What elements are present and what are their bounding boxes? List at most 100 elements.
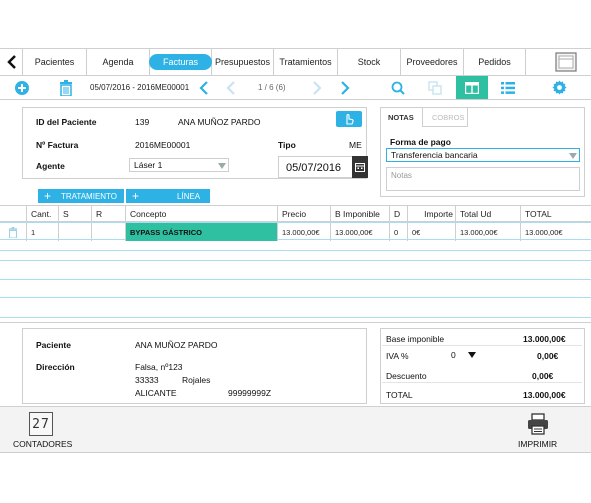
tab-agenda[interactable]: Agenda [87,49,150,75]
chevron-left-double-icon[interactable] [193,76,215,99]
payment-select[interactable]: Transferencia bancaria [386,148,580,162]
tab-cobros[interactable]: COBROS [422,107,468,127]
header-cell: TOTAL [521,206,591,222]
tab-pedidos[interactable]: Pedidos [464,49,526,75]
copy-icon[interactable] [424,76,446,99]
list-icon[interactable] [497,76,519,99]
cell-d[interactable]: 0 [390,223,408,241]
search-icon[interactable] [386,76,410,99]
empty-row-line [0,297,591,298]
counters-label[interactable]: CONTADORES [13,439,72,449]
cell-s[interactable] [59,223,92,241]
patient-id-value: 139 [135,117,150,127]
empty-row-line [0,260,591,261]
add-line-button[interactable]: + LÍNEA [126,189,210,203]
type-label: Tipo [278,140,296,150]
base-value: 13.000,00€ [523,334,566,344]
tab-label: Facturas [149,54,213,70]
footer-patient-label: Paciente [36,340,71,350]
date-field[interactable]: 05/07/2016 [278,156,368,178]
cell-base[interactable]: 13.000,00€ [331,223,390,241]
tab-label: Tratamientos [279,57,332,67]
empty-row-line [0,317,591,318]
notes-placeholder: Notas [391,171,412,180]
bottom-bar [0,406,591,453]
cell-total-ud[interactable]: 13.000,00€ [456,223,521,241]
main-nav: Pacientes Agenda Facturas Presupuestos T… [0,48,591,76]
plus-icon: + [132,189,140,203]
address-street: Falsa, nº123 [135,362,183,372]
add-treatment-label: TRATAMIENTO [61,191,118,201]
counters-icon[interactable]: 27 [29,412,53,436]
tab-label: Pedidos [478,57,511,67]
divider [382,382,582,383]
agent-label: Agente [36,161,65,171]
patient-name-value: ANA MUÑOZ PARDO [178,117,261,127]
trash-icon[interactable] [0,223,27,241]
notes-textarea[interactable]: Notas [386,167,580,191]
cell-total[interactable]: 13.000,00€ [521,223,591,241]
table-row[interactable]: 1 BYPASS GÁSTRICO 13.000,00€ 13.000,00€ … [0,222,591,241]
toolbar: 05/07/2016 - 2016ME00001 1 / 6 (6) [0,76,591,100]
iva-value: 0,00€ [537,351,559,361]
chevron-right-double-icon[interactable] [334,76,356,99]
agent-select[interactable]: Láser 1 [129,158,229,172]
tab-label: NOTAS [388,113,414,122]
footer-address-label: Dirección [36,362,75,372]
patient-id-label: ID del Paciente [36,117,97,127]
agent-value: Láser 1 [134,160,163,170]
cell-importe[interactable]: 0€ [408,223,456,241]
tab-label: Proveedores [406,57,458,67]
plus-circle-icon[interactable] [8,76,36,99]
discount-label: Descuento [386,371,427,381]
chevron-down-icon [218,163,226,169]
header-cell: Precio [278,206,331,222]
tab-facturas[interactable]: Facturas [149,49,213,75]
calendar-icon[interactable] [352,156,368,178]
payment-label: Forma de pago [390,137,451,147]
address-postal: 33333 [135,375,159,385]
tab-label: Stock [357,57,381,67]
tab-pacientes[interactable]: Pacientes [22,49,87,75]
add-treatment-button[interactable]: + TRATAMIENTO [38,189,124,203]
cell-cant[interactable]: 1 [27,223,59,241]
header-cell: D [390,206,408,222]
chevron-left-icon[interactable] [2,49,22,75]
window-icon[interactable] [540,49,591,75]
tab-presupuestos[interactable]: Presupuestos [212,49,274,75]
iva-select[interactable]: 0 [448,349,483,361]
type-value: ME [349,140,362,150]
pager-text: 1 / 6 (6) [258,83,286,92]
total-value: 13.000,00€ [523,390,566,400]
payment-value: Transferencia bancaria [391,150,478,160]
empty-row-line [0,279,591,280]
cell-r[interactable] [92,223,126,241]
tab-label: COBROS [432,113,465,122]
tab-tratamientos[interactable]: Tratamientos [274,49,338,75]
printer-icon[interactable] [527,413,549,437]
tab-stock[interactable]: Stock [338,49,401,75]
header-cell: S [59,206,92,222]
cell-precio[interactable]: 13.000,00€ [278,223,331,241]
footer-patient-value: ANA MUÑOZ PARDO [135,340,218,350]
tab-proveedores[interactable]: Proveedores [401,49,464,75]
trash-icon[interactable] [55,76,77,99]
base-label: Base imponible [386,334,445,344]
date-value: 05/07/2016 [286,162,342,174]
chevron-right-icon[interactable] [306,76,328,99]
tab-notas[interactable]: NOTAS [380,107,422,127]
discount-value: 0,00€ [532,371,554,381]
chevron-left-icon[interactable] [220,76,242,99]
patient-edit-button[interactable] [336,111,362,127]
iva-label: IVA % [386,351,409,361]
gear-icon[interactable] [548,76,570,99]
header-cell: Importe [408,206,456,222]
cell-concepto[interactable]: BYPASS GÁSTRICO [126,223,278,241]
chevron-down-icon [468,352,476,358]
print-label[interactable]: IMPRIMIR [518,439,557,449]
layout-icon[interactable] [456,76,488,99]
invoice-no-label: Nº Factura [36,140,79,150]
header-cell: B Imponible [331,206,390,222]
chevron-down-icon [569,153,577,159]
table-bottom-border [0,322,591,323]
